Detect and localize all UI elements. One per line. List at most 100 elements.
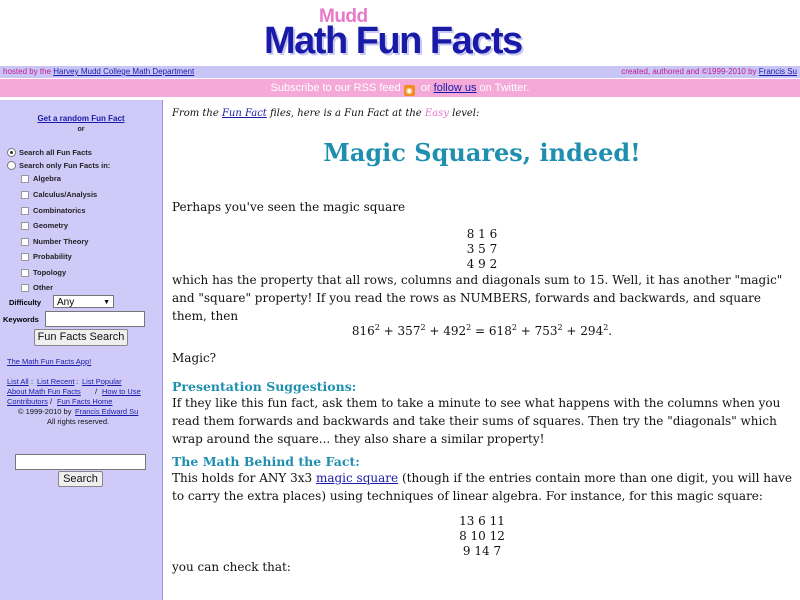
category-checkbox-topology[interactable] (21, 269, 29, 277)
equation-squares: 8162 + 3572 + 4922 = 6182 + 7532 + 2942. (351, 323, 613, 338)
category-checkbox-probability[interactable] (21, 253, 29, 261)
paragraph-presentation: If they like this fun fact, ask them to … (172, 396, 781, 446)
category-checkbox-combinatorics[interactable] (21, 207, 29, 215)
sidebar: Get a random Fun Fact or Search all Fun … (0, 100, 163, 600)
search-only-label: Search only Fun Facts in: (19, 161, 111, 170)
square2-row-3: 9 14 7 (462, 544, 502, 558)
intro-prefix: From the (172, 108, 222, 119)
paragraph-property: which has the property that all rows, co… (172, 273, 783, 323)
paragraph-check: you can check that: (172, 560, 291, 574)
subscribe-or: or (417, 82, 434, 94)
paragraph-intro: Perhaps you've seen the magic square (172, 200, 406, 214)
search-only-radio[interactable] (7, 161, 16, 170)
intro-middle: files, here is a Fun Fact at the (266, 108, 425, 119)
copyright-label: © 1999-2010 by (18, 407, 72, 416)
subscribe-label: Subscribe to our RSS feed (270, 82, 401, 94)
separator: / (95, 387, 98, 396)
eq-exp: 2 (466, 323, 472, 332)
category-label-algebra: Algebra (33, 174, 61, 183)
rss-icon[interactable]: ◉ (403, 85, 415, 96)
or-label: or (77, 126, 85, 133)
fun-facts-search-button[interactable]: Fun Facts Search (34, 329, 128, 346)
eq-term-753: 753 (534, 324, 558, 338)
category-checkbox-calculus[interactable] (21, 191, 29, 199)
category-label-topology: Topology (33, 268, 67, 277)
eq-term-492: 492 (443, 324, 467, 338)
copyright-author-link[interactable]: Francis Edward Su (75, 407, 138, 416)
heading-math-behind: The Math Behind the Fact: (172, 454, 360, 469)
random-fact-link[interactable]: Get a random Fun Fact (37, 114, 124, 123)
subscribe-bar: Subscribe to our RSS feed ◉ or follow us … (0, 79, 800, 97)
random-fact-container: Get a random Fun Fact (0, 114, 162, 123)
separator: : (76, 377, 79, 386)
category-checkbox-algebra[interactable] (21, 175, 29, 183)
hosting-text: hosted by the Harvey Mudd College Math D… (3, 67, 194, 76)
difficulty-select[interactable]: Any ▼ (53, 295, 114, 308)
eq-exp: 2 (374, 323, 380, 332)
how-to-use-link[interactable]: How to Use (102, 387, 141, 396)
page-title: Magic Squares, indeed! (323, 138, 641, 167)
keywords-label: Keywords (3, 315, 39, 324)
list-recent-link[interactable]: List Recent (37, 377, 75, 386)
app-link[interactable]: The Math Fun Facts App! (7, 357, 91, 366)
category-checkbox-geometry[interactable] (21, 222, 29, 230)
keywords-input[interactable] (45, 311, 145, 327)
separator: / (50, 397, 53, 406)
square1-row-2: 3 5 7 (466, 242, 498, 256)
difficulty-label: Difficulty (9, 298, 42, 307)
category-label-other: Other (33, 283, 54, 292)
site-search-input[interactable] (15, 454, 146, 470)
intro-suffix: level: (448, 108, 480, 119)
intro-line: From the Fun Fact files, here is a Fun F… (172, 108, 479, 119)
fun-facts-home-link[interactable]: Fun Facts Home (57, 397, 112, 406)
author-text: created, authored and ©1999-2010 by Fran… (621, 67, 797, 76)
difficulty-value: Any (57, 297, 75, 308)
eq-term-357: 357 (397, 324, 421, 338)
category-label-geometry: Geometry (33, 221, 69, 230)
logo-main-text: Math Fun Facts (264, 20, 523, 62)
list-all-link[interactable]: List All (7, 377, 29, 386)
category-checkbox-other[interactable] (21, 284, 29, 292)
category-label-probability: Probability (33, 252, 72, 261)
chevron-down-icon: ▼ (103, 299, 110, 306)
eq-exp: 2 (557, 323, 563, 332)
hosting-bar: hosted by the Harvey Mudd College Math D… (0, 66, 800, 78)
eq-exp: 2 (603, 323, 609, 332)
square2-row-1: 13 6 11 (459, 514, 505, 528)
search-all-radio[interactable] (7, 148, 16, 157)
follow-us-link[interactable]: follow us (434, 82, 477, 94)
square2-row-2: 8 10 12 (459, 529, 505, 543)
site-search-button[interactable]: Search (58, 471, 103, 487)
square1-row-3: 4 9 2 (466, 257, 498, 271)
category-label-combinatorics: Combinatorics (33, 206, 86, 215)
fun-fact-files-link[interactable]: Fun Fact (222, 108, 267, 119)
heading-presentation: Presentation Suggestions: (172, 379, 357, 394)
paragraph-magic: Magic? (172, 351, 217, 365)
subscribe-suffix: on Twitter. (476, 82, 530, 94)
site-logo[interactable]: Mudd Math Fun Facts (264, 6, 534, 62)
authored-by-label: created, authored and ©1999-2010 by (621, 67, 759, 76)
hosted-by-label: hosted by the (3, 67, 54, 76)
eq-exp: 2 (420, 323, 426, 332)
category-label-calculus: Calculus/Analysis (33, 190, 98, 199)
francis-su-link[interactable]: Francis Su (759, 67, 797, 76)
paragraph-math-behind: This holds for ANY 3x3 magic square (tho… (172, 469, 792, 505)
difficulty-easy-text: Easy (424, 108, 449, 119)
separator: : (31, 377, 34, 386)
contributors-link[interactable]: Contributors (7, 397, 48, 406)
math-behind-prefix: This holds for ANY 3x3 (172, 471, 316, 485)
about-link[interactable]: About Math Fun Facts (7, 387, 81, 396)
eq-term-816: 816 (351, 324, 375, 338)
site-header: Mudd Math Fun Facts (0, 0, 800, 64)
search-all-label: Search all Fun Facts (19, 148, 92, 157)
category-checkbox-number-theory[interactable] (21, 238, 29, 246)
eq-term-294: 294 (580, 324, 604, 338)
category-label-number-theory: Number Theory (33, 237, 89, 246)
eq-term-618: 618 (488, 324, 512, 338)
rights-text: All rights reserved. (47, 417, 110, 426)
harvey-mudd-link[interactable]: Harvey Mudd College Math Department (53, 67, 194, 76)
eq-exp: 2 (511, 323, 517, 332)
square1-row-1: 8 1 6 (466, 227, 498, 241)
list-popular-link[interactable]: List Popular (82, 377, 122, 386)
magic-square-link[interactable]: magic square (316, 471, 398, 485)
